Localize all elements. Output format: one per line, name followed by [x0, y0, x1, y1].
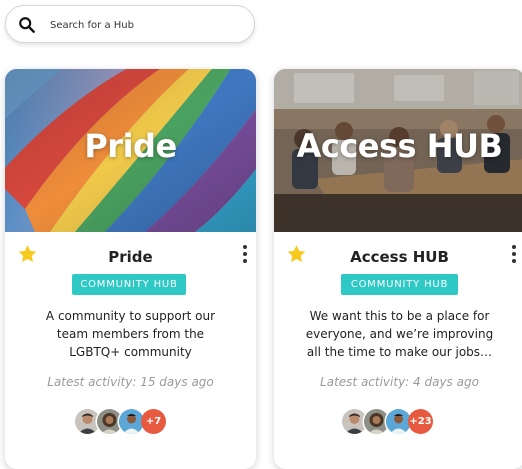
more-options-icon[interactable] — [511, 245, 517, 265]
more-members-badge[interactable]: +7 — [141, 409, 166, 434]
hub-cover-image: Access HUB — [274, 69, 522, 232]
more-options-icon[interactable] — [242, 245, 248, 265]
hub-cover-image: Pride — [5, 69, 256, 232]
search-input[interactable] — [50, 15, 245, 35]
hub-cover-title: Pride — [84, 127, 177, 165]
hub-card-pride[interactable]: Pride Pride COMMUNITY HUB A community to… — [5, 69, 256, 469]
latest-activity: Latest activity: 15 days ago — [47, 375, 214, 389]
hub-type-badge: COMMUNITY HUB — [341, 274, 458, 295]
more-members-badge[interactable]: +23 — [408, 409, 433, 434]
hub-description: A community to support our team members … — [45, 309, 216, 359]
hub-name[interactable]: Access HUB — [274, 248, 522, 266]
hub-type-badge: COMMUNITY HUB — [72, 274, 186, 295]
latest-activity: Latest activity: 4 days ago — [320, 375, 479, 389]
hub-name[interactable]: Pride — [5, 248, 256, 266]
hub-search-bar[interactable] — [5, 5, 255, 43]
hub-card-access-hub[interactable]: Access HUB Access HUB COMMUNITY HUB We w… — [274, 69, 522, 469]
hub-description: We want this to be a place for everyone,… — [305, 309, 494, 359]
search-icon — [19, 17, 35, 33]
hub-cover-title: Access HUB — [296, 127, 503, 165]
